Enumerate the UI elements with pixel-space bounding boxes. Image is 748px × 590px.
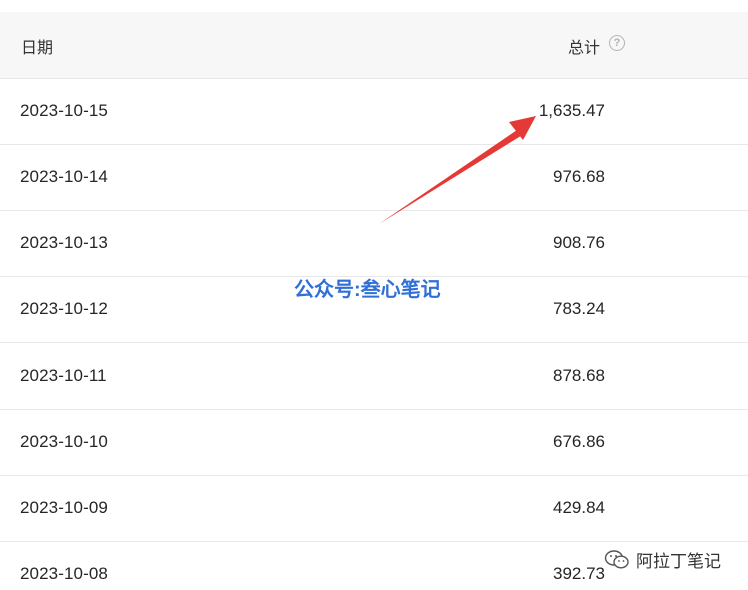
row-total: 976.68 [553, 167, 605, 186]
table-row: 2023-10-11 878.68 [0, 344, 748, 410]
table-row: 2023-10-14 976.68 [0, 145, 748, 211]
row-date: 2023-10-10 [20, 432, 108, 451]
row-total: 392.73 [553, 564, 605, 583]
row-total: 1,635.47 [538, 101, 605, 120]
row-date: 2023-10-11 [20, 366, 107, 385]
wechat-icon [604, 549, 629, 569]
question-circle-icon[interactable]: ? [609, 35, 625, 51]
page: 日期 总计 ? 2023-10-15 1,635.47 2023-10-14 9… [0, 0, 748, 590]
row-total: 908.76 [553, 233, 605, 252]
column-header-date[interactable]: 日期 [21, 34, 53, 58]
table-row: 2023-10-15 1,635.47 [0, 79, 748, 145]
row-date: 2023-10-15 [20, 101, 108, 120]
row-total: 429.84 [553, 498, 605, 517]
row-date: 2023-10-08 [20, 564, 108, 583]
table-row: 2023-10-13 908.76 [0, 211, 748, 277]
column-header-total[interactable]: 总计 [568, 34, 600, 58]
footer-watermark-text: 阿拉丁笔记 [636, 552, 721, 571]
table-header: 日期 总计 ? [0, 12, 748, 79]
table-row: 2023-10-09 429.84 [0, 476, 748, 542]
row-date: 2023-10-14 [20, 167, 108, 186]
footer-watermark: 阿拉丁笔记 [604, 547, 721, 572]
row-total: 878.68 [553, 366, 605, 385]
table-row: 2023-10-10 676.86 [0, 410, 748, 476]
watermark-text: 公众号:叁心笔记 [294, 279, 441, 301]
row-date: 2023-10-12 [20, 299, 108, 318]
row-total: 783.24 [553, 299, 605, 318]
row-total: 676.86 [553, 432, 605, 451]
row-date: 2023-10-13 [20, 233, 108, 252]
row-date: 2023-10-09 [20, 498, 108, 517]
